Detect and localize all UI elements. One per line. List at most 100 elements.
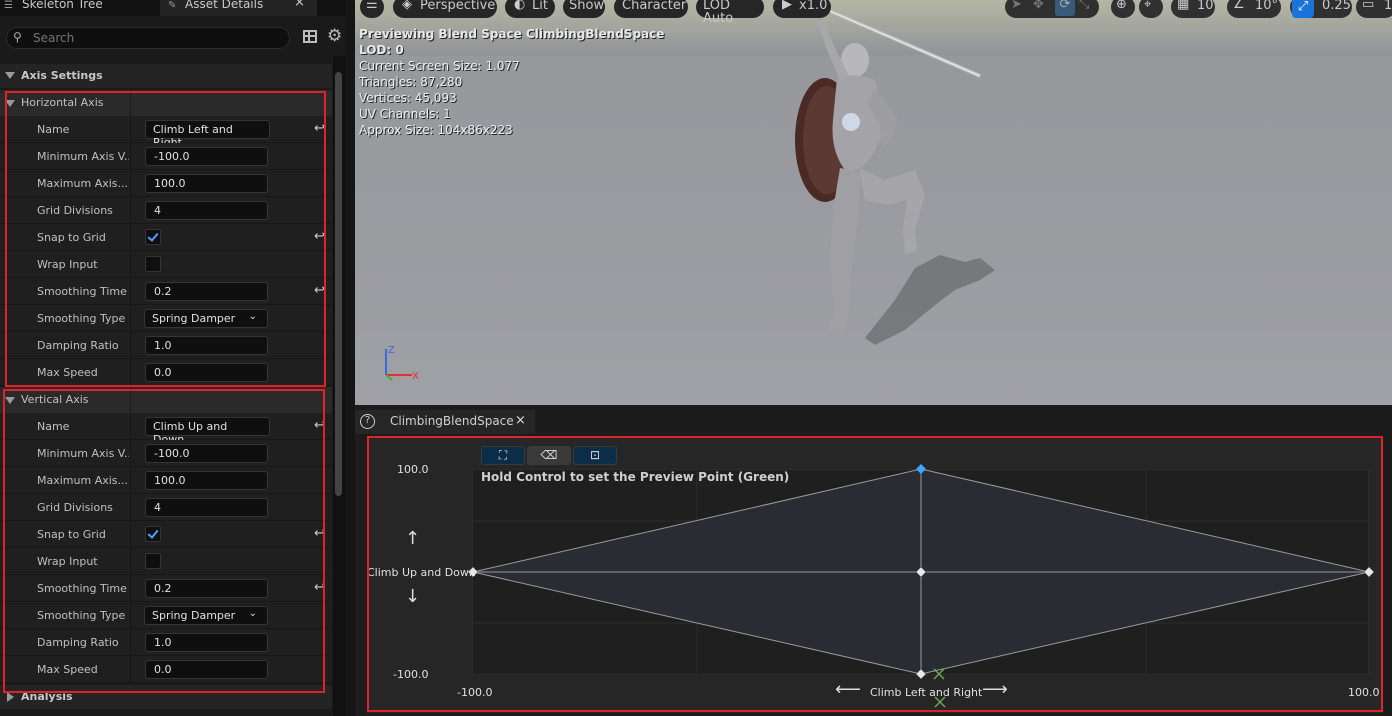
- property-row-min: Minimum Axis V... -100.0: [0, 440, 332, 467]
- sample-point[interactable]: [1363, 566, 1375, 578]
- reset-arrow-icon[interactable]: ↩: [314, 418, 325, 433]
- tab-climbing-blendspace[interactable]: ? ClimbingBlendSpace ×: [355, 410, 535, 434]
- camera-speed-button[interactable]: ▭ 1: [1356, 0, 1392, 18]
- property-row-snap: Snap to Grid ↩: [0, 224, 332, 251]
- section-axis-settings[interactable]: Axis Settings: [0, 64, 332, 88]
- property-row-snap: Snap to Grid ↩: [0, 521, 332, 548]
- section-analysis[interactable]: Analysis: [0, 685, 332, 709]
- property-row-wrap: Wrap Input: [0, 548, 332, 575]
- property-label: Name: [37, 420, 70, 433]
- max-speed-field[interactable]: 0.0: [145, 363, 268, 382]
- character-button[interactable]: Character: [614, 0, 688, 18]
- select-icon[interactable]: ➤: [1011, 0, 1022, 11]
- group-horizontal-axis[interactable]: Horizontal Axis: [0, 90, 332, 116]
- property-row-grid: Grid Divisions 4: [0, 197, 332, 224]
- grid-snap-value: 10: [1197, 0, 1214, 13]
- reset-arrow-icon[interactable]: ↩: [314, 580, 325, 595]
- property-label: Damping Ratio: [37, 339, 119, 352]
- damping-ratio-field[interactable]: 1.0: [145, 633, 268, 652]
- play-icon: ▶: [782, 0, 792, 12]
- property-row-smoothing-time: Smoothing Time 0.2 ↩: [0, 575, 332, 602]
- details-icon: ✎: [168, 0, 177, 11]
- max-axis-field[interactable]: 100.0: [145, 174, 268, 193]
- smoothing-time-field[interactable]: 0.2: [145, 282, 268, 301]
- tab-skeleton-tree[interactable]: ☰ Skeleton Tree: [0, 0, 158, 16]
- close-icon[interactable]: ×: [294, 0, 305, 9]
- property-row-max-speed: Max Speed 0.0: [0, 359, 332, 386]
- dropdown-value: Spring Damper: [152, 312, 236, 325]
- name-field[interactable]: Climb Left and Right: [145, 120, 270, 149]
- smoothing-type-dropdown[interactable]: Spring Damper ⌄: [144, 309, 268, 328]
- property-label: Grid Divisions: [37, 501, 113, 514]
- group-title: Horizontal Axis: [21, 96, 104, 109]
- damping-ratio-field[interactable]: 1.0: [145, 336, 268, 355]
- property-label: Grid Divisions: [37, 204, 113, 217]
- dropdown-value: Spring Damper: [152, 609, 236, 622]
- viewport-toolbar: ☰ ◈ Perspective ◐ Lit Show Character LOD A…: [355, 0, 1392, 25]
- wrap-input-checkbox[interactable]: [145, 256, 161, 272]
- button-label: Character: [622, 0, 687, 13]
- show-button[interactable]: Show: [563, 0, 605, 18]
- arrow-down-icon: ↓: [405, 586, 421, 607]
- name-field[interactable]: Climb Up and Down: [145, 417, 270, 446]
- property-row-smoothing-type: Smoothing Type Spring Damper ⌄: [0, 305, 332, 332]
- min-axis-field[interactable]: -100.0: [145, 444, 268, 463]
- menu-button[interactable]: ☰: [360, 0, 384, 18]
- rotate-icon[interactable]: ⟳: [1055, 0, 1075, 16]
- reset-arrow-icon[interactable]: ↩: [314, 121, 325, 136]
- max-axis-field[interactable]: 100.0: [145, 471, 268, 490]
- lit-button[interactable]: ◐ Lit: [505, 0, 555, 18]
- reset-arrow-icon[interactable]: ↩: [314, 229, 325, 244]
- tab-label: ClimbingBlendSpace: [390, 414, 514, 428]
- play-speed-button[interactable]: ▶ x1.0: [773, 0, 831, 18]
- blendspace-editor[interactable]: ⛶ ⌫ ⊡ Hold Control to set the Preview Po…: [367, 436, 1383, 713]
- move-icon[interactable]: ✥: [1033, 0, 1044, 11]
- reset-arrow-icon[interactable]: ↩: [314, 283, 325, 298]
- property-row-name: Name Climb Up and Down ↩: [0, 413, 332, 446]
- property-label: Maximum Axis...: [37, 474, 129, 487]
- search-box[interactable]: ⚲: [6, 27, 290, 49]
- group-vertical-axis[interactable]: Vertical Axis: [0, 387, 332, 413]
- wrap-input-checkbox[interactable]: [145, 553, 161, 569]
- tab-label: Skeleton Tree: [22, 0, 103, 11]
- property-label: Wrap Input: [37, 258, 98, 271]
- arrow-up-icon: ↑: [405, 528, 421, 549]
- close-icon[interactable]: ×: [515, 413, 526, 428]
- smoothing-time-field[interactable]: 0.2: [145, 579, 268, 598]
- tab-asset-details[interactable]: ✎ Asset Details ×: [160, 0, 317, 16]
- button-label: Perspective: [420, 0, 496, 13]
- help-icon[interactable]: ?: [360, 414, 375, 429]
- scrollbar-thumb[interactable]: [335, 72, 342, 496]
- smoothing-type-dropdown[interactable]: Spring Damper ⌄: [144, 606, 268, 625]
- gear-icon[interactable]: ⚙: [327, 26, 342, 46]
- grid-snap-button[interactable]: ▦ 10: [1171, 0, 1215, 18]
- panel-tabs: ☰ Skeleton Tree ✎ Asset Details ×: [0, 0, 345, 16]
- viewport[interactable]: ☰ ◈ Perspective ◐ Lit Show Character LOD A…: [355, 0, 1392, 405]
- arrow-left-icon: ⟵: [835, 679, 861, 700]
- reset-arrow-icon[interactable]: ↩: [314, 526, 325, 541]
- camera-icon: ▭: [1362, 0, 1375, 12]
- z-axis-label: Z: [388, 345, 395, 356]
- property-row-smoothing-time: Smoothing Time 0.2 ↩: [0, 278, 332, 305]
- perspective-button[interactable]: ◈ Perspective: [393, 0, 497, 18]
- grid-divisions-field[interactable]: 4: [145, 201, 268, 220]
- lod-button[interactable]: LOD Auto: [696, 0, 764, 25]
- camera-speed-value: 1: [1384, 0, 1392, 13]
- surface-snap-button[interactable]: ⌖: [1139, 0, 1163, 18]
- snap-to-grid-checkbox[interactable]: [145, 526, 161, 542]
- property-row-name: Name Climb Left and Right ↩: [0, 116, 332, 149]
- grid-divisions-field[interactable]: 4: [145, 498, 268, 517]
- hamburger-icon: ☰: [366, 0, 378, 12]
- property-label: Smoothing Time: [37, 582, 127, 595]
- triangles-stat: Triangles: 87,280: [359, 75, 463, 89]
- snap-to-grid-checkbox[interactable]: [145, 229, 161, 245]
- angle-snap-button[interactable]: ∠ 10°: [1227, 0, 1281, 18]
- max-speed-field[interactable]: 0.0: [145, 660, 268, 679]
- scale-snap-button[interactable]: ⤢ 0.25: [1290, 0, 1352, 18]
- button-label: Lit: [532, 0, 548, 13]
- world-local-button[interactable]: ⊕: [1111, 0, 1135, 18]
- search-input[interactable]: [33, 30, 283, 46]
- scale-icon[interactable]: ⤡: [1079, 0, 1089, 11]
- min-axis-field[interactable]: -100.0: [145, 147, 268, 166]
- table-view-icon[interactable]: [303, 30, 317, 43]
